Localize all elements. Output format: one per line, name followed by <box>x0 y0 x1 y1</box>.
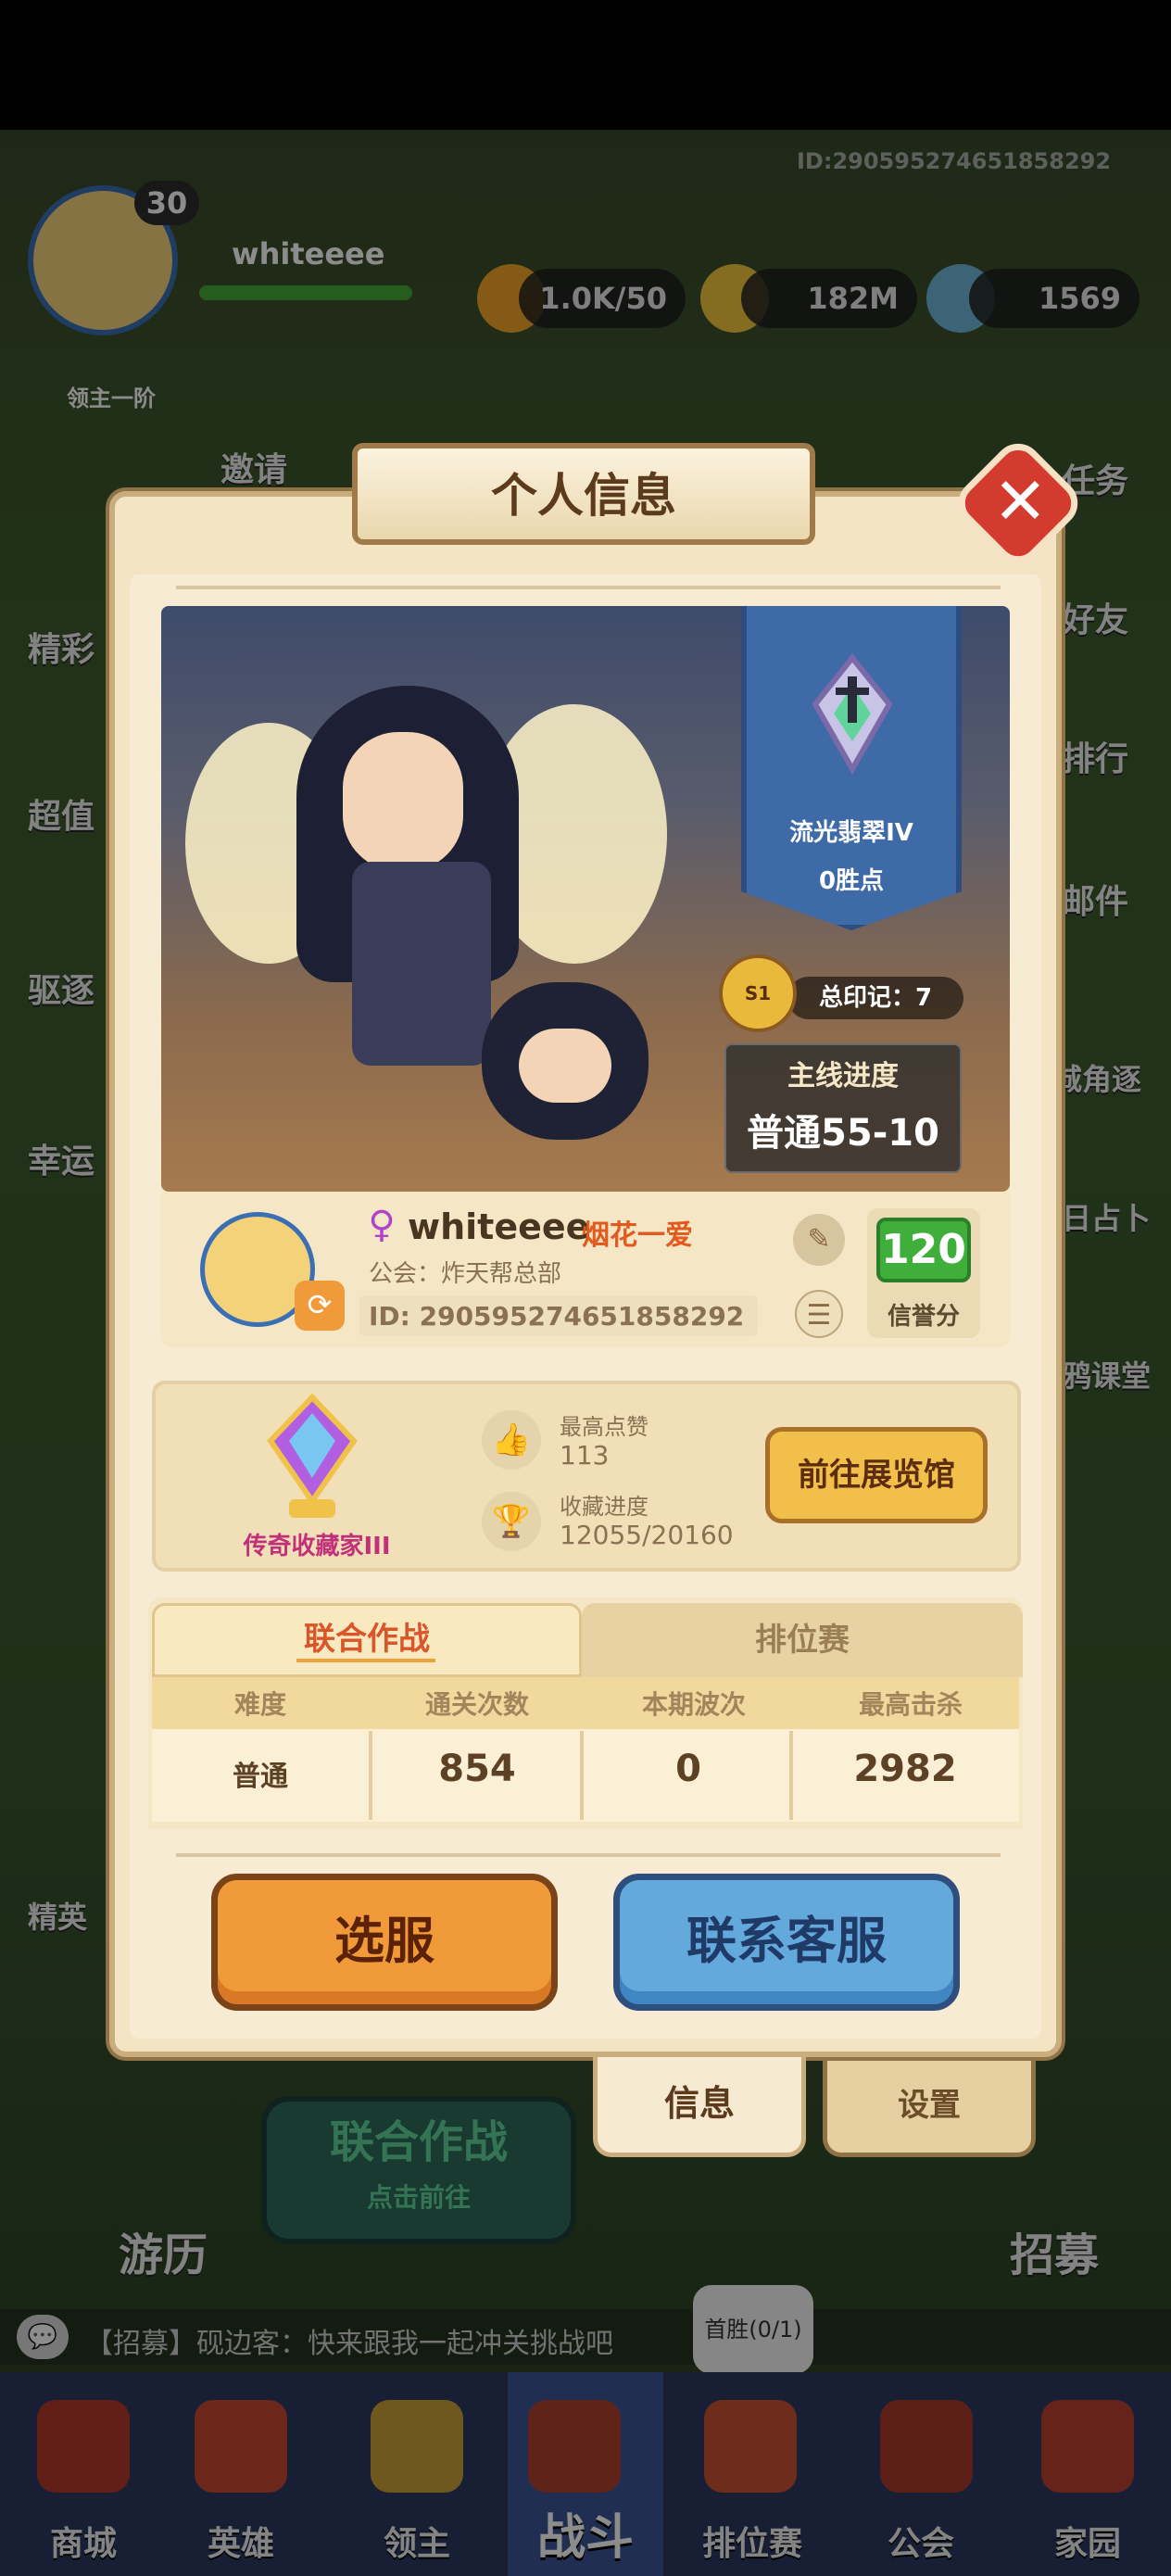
collector-title: 传奇收藏家III <box>243 1533 391 1560</box>
likes-value: 113 <box>560 1440 610 1471</box>
header-wave: 本期波次 <box>641 1689 746 1720</box>
trophy-icon: 🏆 <box>482 1492 541 1551</box>
gallery-button[interactable]: 前往展览馆 <box>765 1427 988 1523</box>
bottom-divider <box>176 1853 1001 1857</box>
profile-id[interactable]: ID: 290595274651858292 <box>369 1301 744 1332</box>
tab-ranked[interactable]: 排位赛 <box>582 1603 1023 1677</box>
header-clears: 通关次数 <box>424 1689 529 1720</box>
tab-info[interactable]: 信息 <box>593 2057 806 2157</box>
cell-difficulty: 普通 <box>233 1761 288 1793</box>
tab-underline <box>296 1659 435 1662</box>
collection-progress-value: 12055/20160 <box>560 1520 734 1550</box>
title-tag[interactable]: 烟花一爱 <box>582 1212 693 1253</box>
document-icon[interactable]: ☰ <box>795 1290 843 1338</box>
likes-label: 最高点赞 <box>560 1414 648 1440</box>
seal-count: 总印记：7 <box>787 977 963 1019</box>
rank-name: 流光翡翠IV <box>789 819 913 847</box>
close-icon: ✕ <box>992 462 1048 539</box>
main-progress-title: 主线进度 <box>787 1060 899 1092</box>
character-face <box>343 732 463 871</box>
rank-emblem-icon <box>812 653 893 776</box>
profile-name: whiteeee <box>408 1206 590 1247</box>
seal-badge-icon[interactable]: S1 <box>719 954 797 1032</box>
credit-label: 信誉分 <box>887 1303 960 1331</box>
collection-progress-label: 收藏进度 <box>560 1494 648 1520</box>
edit-quill-icon[interactable]: ✎ <box>793 1214 845 1266</box>
tab-joint-battle[interactable]: 联合作战 <box>152 1603 582 1677</box>
swap-avatar-icon[interactable]: ⟳ <box>295 1281 345 1331</box>
main-progress-value: 普通55-10 <box>747 1112 939 1155</box>
select-server-button[interactable]: 选服 <box>211 1874 558 2011</box>
collector-gem-icon <box>267 1393 358 1518</box>
header-difficulty: 难度 <box>233 1689 286 1720</box>
credit-score: 120 <box>876 1218 971 1282</box>
thumbs-up-icon: 👍 <box>482 1410 541 1470</box>
female-icon: ♀ <box>368 1204 396 1246</box>
guild-label: 公会：炸天帮总部 <box>369 1260 562 1288</box>
top-divider <box>176 586 1001 589</box>
tab-settings[interactable]: 设置 <box>823 2061 1036 2157</box>
rank-points: 0胜点 <box>818 867 885 895</box>
panel-title: 个人信息 <box>491 469 676 523</box>
cell-clears: 854 <box>438 1748 516 1790</box>
cell-kills: 2982 <box>853 1748 957 1790</box>
character-body <box>352 862 491 1066</box>
pet-face <box>519 1029 611 1103</box>
header-kills: 最高击杀 <box>858 1689 963 1720</box>
contact-service-button[interactable]: 联系客服 <box>613 1874 960 2011</box>
cell-wave: 0 <box>675 1748 701 1790</box>
